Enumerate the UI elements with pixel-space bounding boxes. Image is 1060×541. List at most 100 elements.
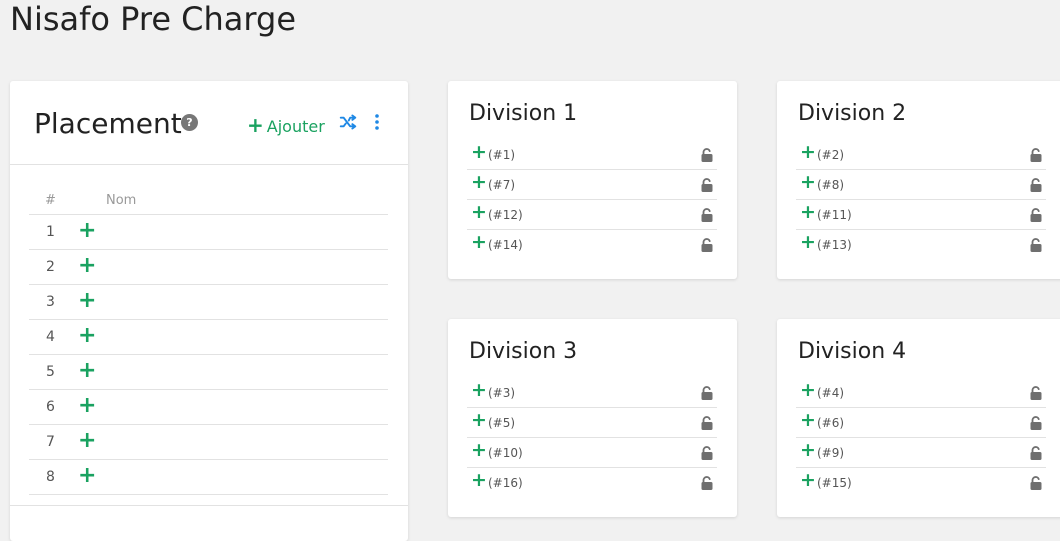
add-button[interactable]: + Ajouter [247, 113, 325, 137]
seed-label: (#5) [488, 416, 516, 430]
division-card-4: Division 4 + (#4) + (#6) + (#9) + (#15) [777, 319, 1060, 517]
plus-icon[interactable]: + [471, 231, 487, 253]
plus-icon[interactable]: + [78, 218, 96, 243]
plus-icon[interactable]: + [471, 469, 487, 491]
plus-icon[interactable]: + [78, 393, 96, 418]
unlock-icon[interactable] [1029, 445, 1043, 464]
division-seed-row: + (#15) [796, 468, 1046, 497]
table-header: # Nom [29, 181, 388, 215]
division-seed-row: + (#6) [796, 408, 1046, 438]
seed-label: (#14) [488, 238, 523, 252]
plus-icon[interactable]: + [78, 463, 96, 488]
division-title: Division 3 [469, 339, 578, 364]
plus-icon[interactable]: + [800, 201, 816, 223]
shuffle-icon[interactable] [339, 114, 357, 134]
row-number: 8 [46, 469, 55, 485]
seed-label: (#9) [817, 446, 845, 460]
division-seed-list: + (#4) + (#6) + (#9) + (#15) [796, 378, 1046, 497]
column-header-number: # [45, 193, 56, 208]
placement-title: Placement [34, 107, 182, 140]
plus-icon[interactable]: + [800, 379, 816, 401]
seed-label: (#7) [488, 178, 516, 192]
plus-icon[interactable]: + [800, 439, 816, 461]
plus-icon[interactable]: + [471, 201, 487, 223]
division-seed-row: + (#3) [467, 378, 717, 408]
unlock-icon[interactable] [1029, 177, 1043, 196]
column-header-name: Nom [106, 193, 137, 208]
seed-label: (#12) [488, 208, 523, 222]
division-card-2: Division 2 + (#2) + (#8) + (#11) + (#13) [777, 81, 1060, 279]
table-row: 8 + [29, 460, 388, 495]
plus-icon[interactable]: + [800, 141, 816, 163]
plus-icon[interactable]: + [800, 231, 816, 253]
seed-label: (#1) [488, 148, 516, 162]
help-icon[interactable]: ? [181, 114, 198, 131]
unlock-icon[interactable] [700, 415, 714, 434]
division-title: Division 4 [798, 339, 907, 364]
unlock-icon[interactable] [1029, 385, 1043, 404]
plus-icon[interactable]: + [471, 171, 487, 193]
table-row: 7 + [29, 425, 388, 460]
division-seed-list: + (#2) + (#8) + (#11) + (#13) [796, 140, 1046, 259]
division-card-1: Division 1 + (#1) + (#7) + (#12) + (#14) [448, 81, 737, 279]
unlock-icon[interactable] [700, 475, 714, 494]
table-row: 1 + [29, 215, 388, 250]
plus-icon[interactable]: + [471, 409, 487, 431]
unlock-icon[interactable] [1029, 475, 1043, 494]
placement-card: Placement ? + Ajouter # Nom 1 +2 +3 +4 +5 +6 +7… [10, 81, 408, 541]
unlock-icon[interactable] [700, 207, 714, 226]
placement-footer-divider [10, 505, 408, 506]
seed-label: (#13) [817, 238, 852, 252]
division-card-3: Division 3 + (#3) + (#5) + (#10) + (#16) [448, 319, 737, 517]
page-title: Nisafo Pre Charge [10, 0, 296, 38]
table-row: 3 + [29, 285, 388, 320]
row-number: 1 [46, 224, 55, 240]
unlock-icon[interactable] [700, 445, 714, 464]
plus-icon[interactable]: + [78, 323, 96, 348]
plus-icon: + [247, 113, 264, 137]
plus-icon[interactable]: + [78, 288, 96, 313]
division-seed-row: + (#2) [796, 140, 1046, 170]
plus-icon[interactable]: + [471, 439, 487, 461]
unlock-icon[interactable] [700, 147, 714, 166]
plus-icon[interactable]: + [78, 428, 96, 453]
division-seed-row: + (#7) [467, 170, 717, 200]
more-vertical-icon[interactable] [374, 114, 380, 134]
table-row: 4 + [29, 320, 388, 355]
plus-icon[interactable]: + [471, 379, 487, 401]
division-seed-row: + (#13) [796, 230, 1046, 259]
unlock-icon[interactable] [1029, 147, 1043, 166]
table-row: 2 + [29, 250, 388, 285]
seed-label: (#16) [488, 476, 523, 490]
unlock-icon[interactable] [1029, 415, 1043, 434]
seed-label: (#10) [488, 446, 523, 460]
division-seed-list: + (#3) + (#5) + (#10) + (#16) [467, 378, 717, 497]
row-number: 6 [46, 399, 55, 415]
row-number: 7 [46, 434, 55, 450]
placement-header: Placement ? + Ajouter [10, 81, 408, 165]
plus-icon[interactable]: + [471, 141, 487, 163]
plus-icon[interactable]: + [800, 409, 816, 431]
placement-table: # Nom 1 +2 +3 +4 +5 +6 +7 +8 + [29, 181, 388, 495]
division-seed-row: + (#5) [467, 408, 717, 438]
plus-icon[interactable]: + [800, 469, 816, 491]
unlock-icon[interactable] [1029, 207, 1043, 226]
unlock-icon[interactable] [1029, 237, 1043, 256]
unlock-icon[interactable] [700, 237, 714, 256]
unlock-icon[interactable] [700, 385, 714, 404]
seed-label: (#4) [817, 386, 845, 400]
seed-label: (#3) [488, 386, 516, 400]
division-seed-row: + (#9) [796, 438, 1046, 468]
add-button-label: Ajouter [266, 117, 325, 136]
division-seed-row: + (#4) [796, 378, 1046, 408]
row-number: 2 [46, 259, 55, 275]
plus-icon[interactable]: + [78, 253, 96, 278]
division-seed-row: + (#1) [467, 140, 717, 170]
division-seed-row: + (#14) [467, 230, 717, 259]
row-number: 3 [46, 294, 55, 310]
plus-icon[interactable]: + [78, 358, 96, 383]
plus-icon[interactable]: + [800, 171, 816, 193]
unlock-icon[interactable] [700, 177, 714, 196]
division-seed-row: + (#16) [467, 468, 717, 497]
division-seed-row: + (#10) [467, 438, 717, 468]
